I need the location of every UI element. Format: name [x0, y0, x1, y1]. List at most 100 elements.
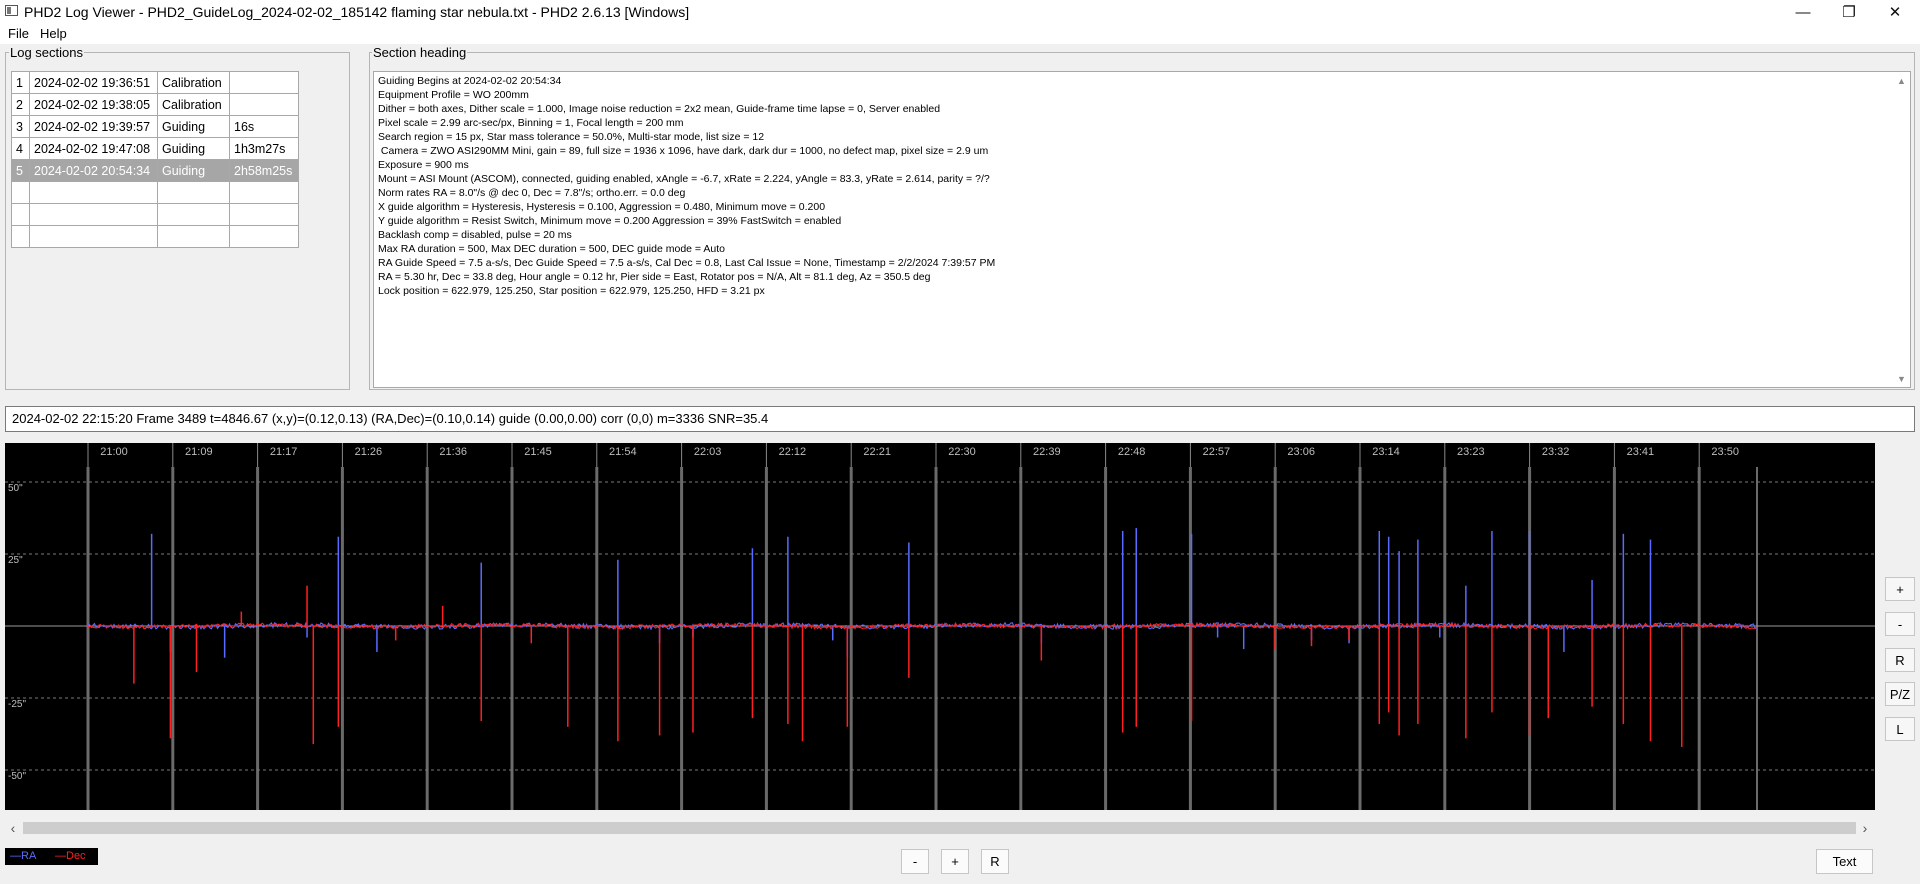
row-type: Calibration [157, 71, 230, 94]
row-time: 2024-02-02 19:38:05 [29, 93, 158, 116]
row-type: Calibration [157, 93, 230, 116]
x-tick-label: 23:41 [1627, 446, 1655, 458]
heading-line: Y guide algorithm = Resist Switch, Minim… [378, 215, 842, 227]
x-tick-label: 23:06 [1287, 446, 1315, 458]
scroll-up-icon[interactable]: ▲ [1893, 72, 1910, 89]
section-row[interactable] [11, 203, 299, 226]
text-button[interactable]: Text [1816, 849, 1873, 874]
heading-lines: Guiding Begins at 2024-02-02 20:54:34 Equ… [378, 74, 995, 298]
heading-line: Max RA duration = 500, Max DEC duration … [378, 243, 725, 255]
row-duration [229, 225, 299, 248]
y-tick-label: 25" [8, 555, 23, 566]
x-tick-label: 21:26 [355, 446, 383, 458]
x-tick-label: 23:50 [1711, 446, 1739, 458]
section-row[interactable]: 5 2024-02-02 20:54:34 Guiding 2h58m25s [11, 159, 299, 182]
x-tick-label: 22:30 [948, 446, 976, 458]
row-number [11, 225, 30, 248]
row-duration: 2h58m25s [229, 159, 299, 182]
guide-graph[interactable]: 50" 25" -25" -50" 21:00 21:09 21:17 21:26 21:36 2… [5, 443, 1875, 810]
row-type: Guiding [157, 159, 230, 182]
zoom-out-h-button[interactable]: - [901, 849, 929, 874]
row-type [157, 203, 230, 226]
heading-line: RA = 5.30 hr, Dec = 33.8 deg, Hour angle… [378, 271, 931, 283]
x-tick-label: 22:03 [694, 446, 722, 458]
section-row[interactable]: 1 2024-02-02 19:36:51 Calibration [11, 71, 299, 94]
restore-button[interactable]: ❐ [1826, 0, 1872, 24]
close-button[interactable]: ✕ [1872, 0, 1918, 24]
section-row[interactable]: 2 2024-02-02 19:38:05 Calibration [11, 93, 299, 116]
graph-scrollbar[interactable]: ‹ › [5, 818, 1875, 838]
row-number: 4 [11, 137, 30, 160]
row-type: Guiding [157, 137, 230, 160]
section-heading-label: Section heading [372, 45, 468, 60]
row-time [29, 203, 158, 226]
reset-scale-button[interactable]: R [1885, 648, 1915, 672]
guide-graph-svg: 50" 25" -25" -50" 21:00 21:09 21:17 21:26 21:36 2… [5, 443, 1875, 810]
x-tick-label: 21:36 [439, 446, 467, 458]
reset-h-button[interactable]: R [981, 849, 1009, 874]
row-duration [229, 203, 299, 226]
heading-line: RA Guide Speed = 7.5 a-s/s, Dec Guide Sp… [378, 257, 996, 269]
x-tick-label: 21:00 [100, 446, 128, 458]
heading-line: Exposure = 900 ms [378, 159, 469, 171]
row-time [29, 225, 158, 248]
lock-button[interactable]: L [1885, 717, 1915, 741]
x-tick-label: 22:39 [1033, 446, 1061, 458]
row-time: 2024-02-02 20:54:34 [29, 159, 158, 182]
heading-line: Camera = ZWO ASI290MM Mini, gain = 89, f… [378, 145, 989, 157]
frame-status: 2024-02-02 22:15:20 Frame 3489 t=4846.67… [5, 406, 1915, 432]
scrollbar-thumb[interactable] [23, 822, 1856, 834]
scroll-down-icon[interactable]: ▼ [1893, 370, 1910, 387]
row-type [157, 181, 230, 204]
section-row[interactable] [11, 225, 299, 248]
heading-line: Equipment Profile = WO 200mm [378, 89, 529, 101]
row-duration [229, 181, 299, 204]
x-tick-label: 22:12 [779, 446, 807, 458]
heading-line: Lock position = 622.979, 125.250, Star p… [378, 285, 765, 297]
row-duration: 1h3m27s [229, 137, 299, 160]
app-icon [5, 5, 18, 16]
row-time: 2024-02-02 19:36:51 [29, 71, 158, 94]
section-row[interactable]: 3 2024-02-02 19:39:57 Guiding 16s [11, 115, 299, 138]
heading-scrollbar[interactable]: ▲ ▼ [1893, 72, 1910, 387]
row-duration [229, 93, 299, 116]
menu-help[interactable]: Help [40, 26, 67, 41]
section-row[interactable] [11, 181, 299, 204]
heading-line: Norm rates RA = 8.0"/s @ dec 0, Dec = 7.… [378, 187, 686, 199]
y-tick-label: 50" [8, 483, 23, 494]
heading-line: Search region = 15 px, Star mass toleran… [378, 131, 765, 143]
minimize-button[interactable]: — [1780, 0, 1826, 24]
y-tick-label: -25" [8, 699, 26, 710]
window-title: PHD2 Log Viewer - PHD2_GuideLog_2024-02-… [24, 4, 690, 20]
scroll-left-icon[interactable]: ‹ [5, 819, 21, 837]
row-duration: 16s [229, 115, 299, 138]
heading-line: Guiding Begins at 2024-02-02 20:54:34 [378, 75, 562, 87]
row-number: 5 [11, 159, 30, 182]
row-number: 1 [11, 71, 30, 94]
row-number: 2 [11, 93, 30, 116]
x-tick-label: 23:14 [1372, 446, 1400, 458]
menu-file[interactable]: File [8, 26, 29, 41]
heading-line: Pixel scale = 2.99 arc-sec/px, Binning =… [378, 117, 684, 129]
heading-line: Dither = both axes, Dither scale = 1.000… [378, 103, 941, 115]
x-tick-label: 23:23 [1457, 446, 1485, 458]
x-tick-label: 21:09 [185, 446, 213, 458]
zoom-in-h-button[interactable]: + [941, 849, 969, 874]
section-heading-text[interactable]: Guiding Begins at 2024-02-02 20:54:34 Equ… [373, 71, 1911, 388]
legend-ra: —RA [10, 850, 37, 862]
heading-line: Mount = ASI Mount (ASCOM), connected, gu… [378, 173, 990, 185]
scroll-right-icon[interactable]: › [1857, 819, 1873, 837]
x-tick-label: 21:54 [609, 446, 637, 458]
row-number [11, 181, 30, 204]
zoom-out-button[interactable]: - [1885, 612, 1915, 636]
row-time: 2024-02-02 19:39:57 [29, 115, 158, 138]
row-type [157, 225, 230, 248]
section-row[interactable]: 4 2024-02-02 19:47:08 Guiding 1h3m27s [11, 137, 299, 160]
y-tick-label: -50" [8, 771, 26, 782]
row-duration [229, 71, 299, 94]
pan-zoom-button[interactable]: P/Z [1885, 682, 1915, 706]
x-tick-label: 23:32 [1542, 446, 1570, 458]
heading-line: X guide algorithm = Hysteresis, Hysteres… [378, 201, 826, 213]
row-type: Guiding [157, 115, 230, 138]
zoom-in-button[interactable]: + [1885, 577, 1915, 601]
